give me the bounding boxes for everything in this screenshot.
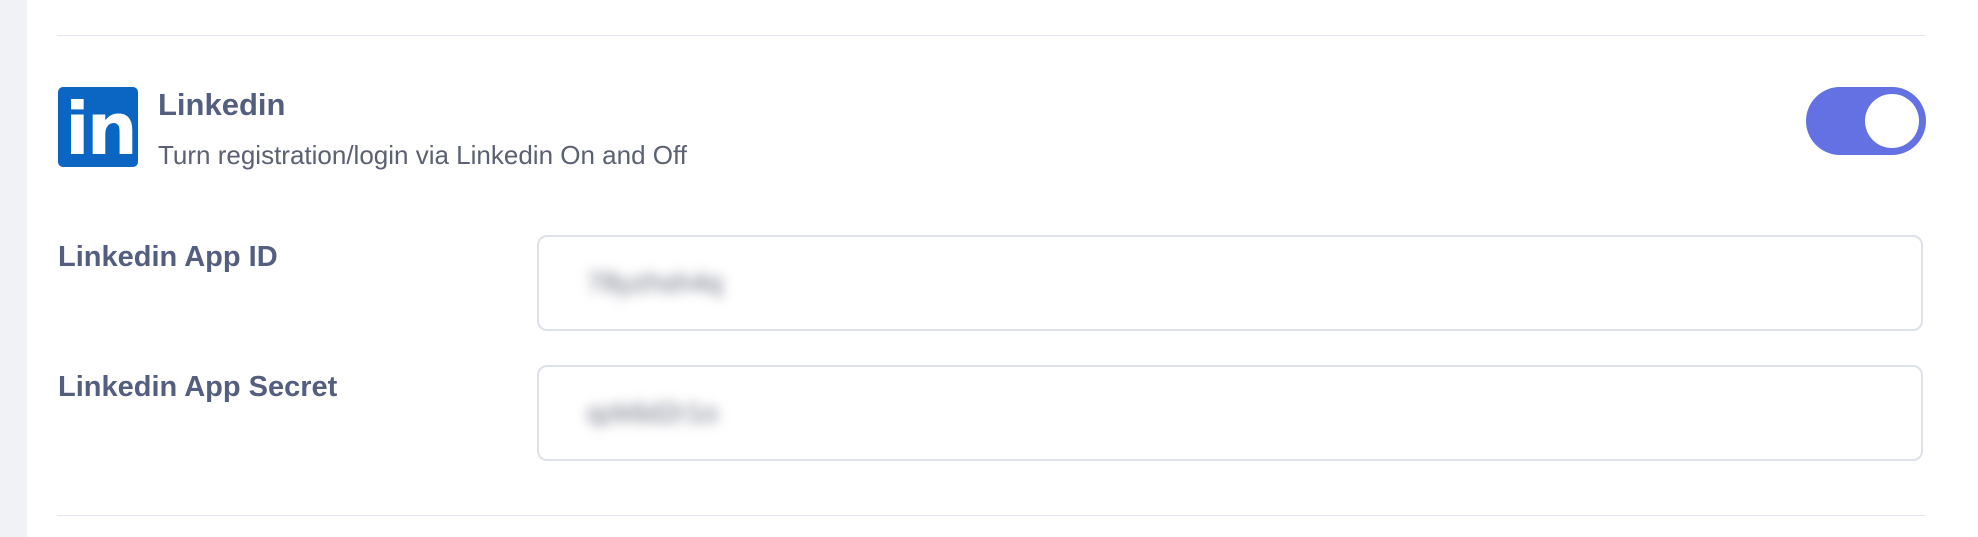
app-id-label: Linkedin App ID: [58, 241, 278, 273]
linkedin-logo-icon: in: [58, 87, 138, 167]
settings-card: in Linkedin Turn registration/login via …: [27, 0, 1978, 537]
app-secret-input[interactable]: qzk6d2r1o: [537, 365, 1923, 461]
provider-title: Linkedin: [158, 87, 286, 122]
toggle-knob: [1865, 94, 1919, 148]
app-secret-value: qzk6d2r1o: [587, 397, 718, 428]
section-divider-top: [57, 35, 1926, 36]
section-divider-bottom: [57, 515, 1926, 516]
linkedin-enable-toggle[interactable]: [1806, 87, 1926, 155]
app-secret-label: Linkedin App Secret: [58, 371, 338, 403]
provider-description: Turn registration/login via Linkedin On …: [158, 140, 687, 170]
app-id-value: 78yzhsh4q: [587, 267, 723, 298]
app-id-input[interactable]: 78yzhsh4q: [537, 235, 1923, 331]
